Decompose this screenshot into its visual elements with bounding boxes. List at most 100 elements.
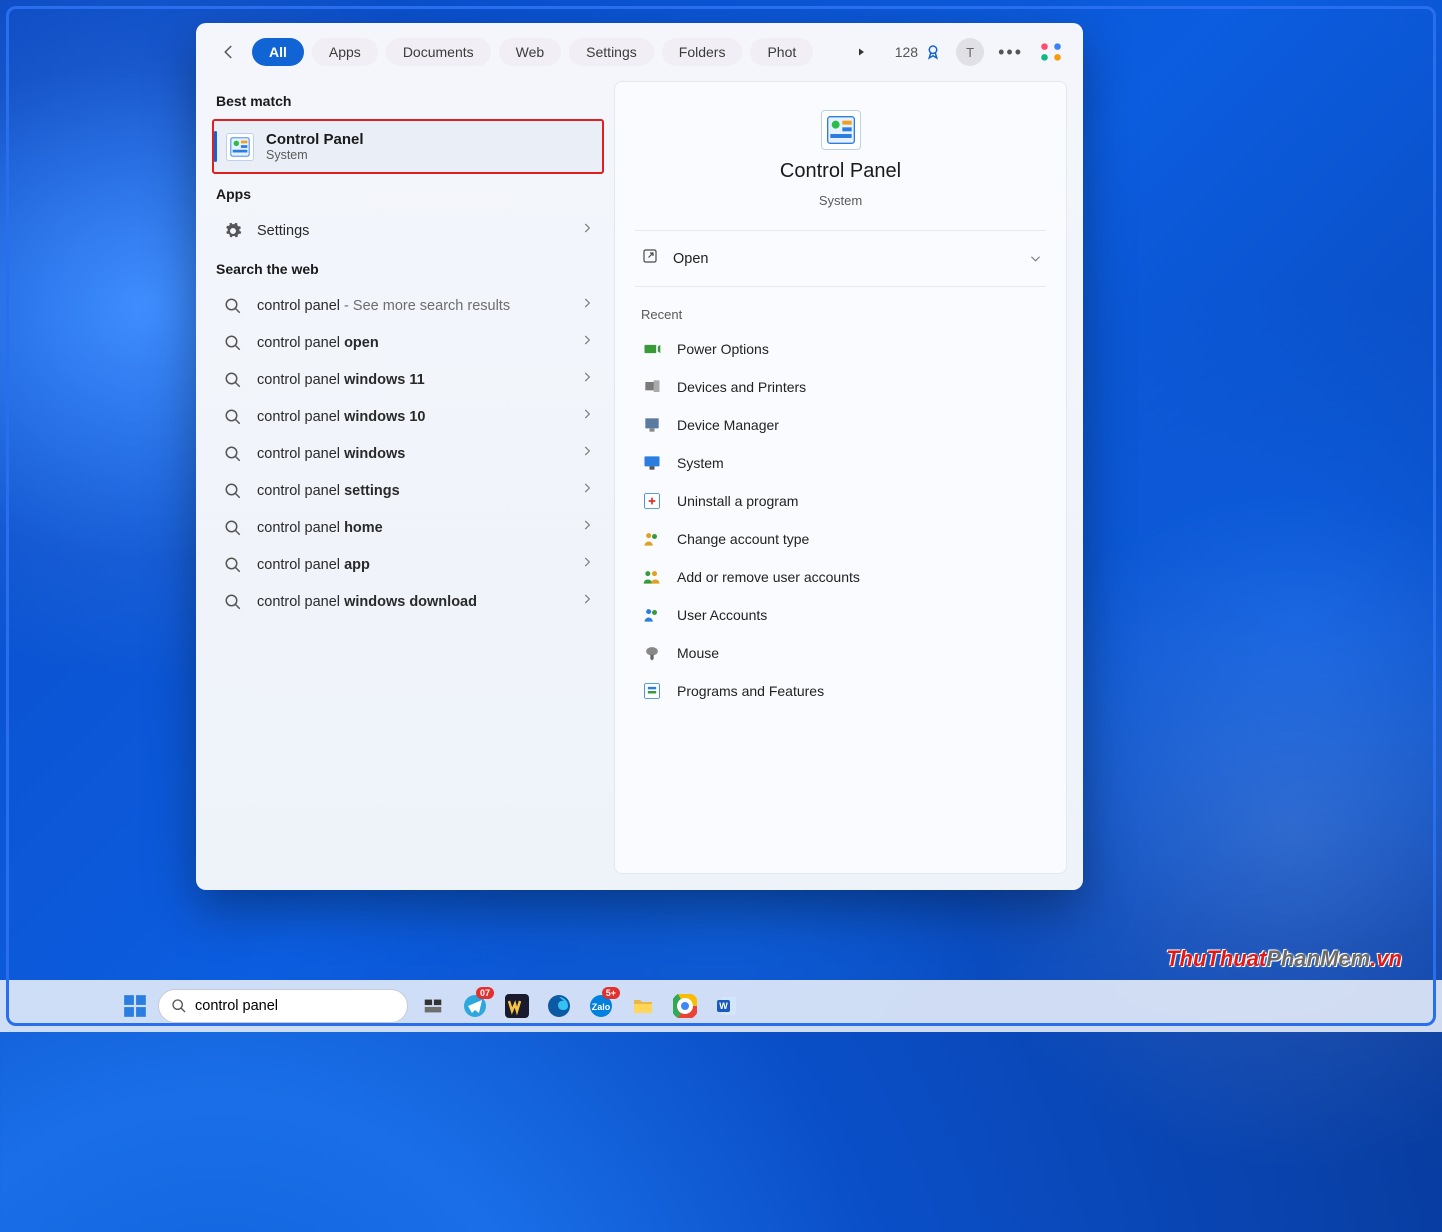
taskbar-search[interactable] bbox=[158, 989, 408, 1023]
web-result-text: control panel windows 11 bbox=[257, 372, 567, 388]
taskbar-search-input[interactable] bbox=[195, 998, 395, 1014]
search-icon bbox=[222, 408, 244, 426]
search-icon bbox=[222, 519, 244, 537]
taskview-icon bbox=[422, 995, 444, 1017]
recent-item-icon bbox=[641, 642, 663, 664]
taskbar-w-app[interactable] bbox=[500, 989, 534, 1023]
recent-item-icon bbox=[641, 604, 663, 626]
filter-scroll-right[interactable] bbox=[849, 46, 873, 58]
open-action[interactable]: Open bbox=[635, 231, 1046, 287]
section-search-web: Search the web bbox=[212, 249, 604, 287]
user-avatar[interactable]: T bbox=[956, 38, 984, 66]
open-label: Open bbox=[673, 251, 708, 267]
recent-item-icon bbox=[641, 528, 663, 550]
triangle-right-icon bbox=[855, 46, 867, 58]
web-result[interactable]: control panel app bbox=[212, 546, 604, 583]
telegram-badge: 07 bbox=[476, 987, 494, 999]
web-result[interactable]: control panel windows 10 bbox=[212, 398, 604, 435]
web-result-text: control panel windows download bbox=[257, 594, 567, 610]
start-button[interactable] bbox=[120, 991, 150, 1021]
web-result-text: control panel app bbox=[257, 557, 567, 573]
chevron-right-icon bbox=[580, 481, 594, 500]
recent-item-label: User Accounts bbox=[677, 607, 767, 623]
more-options[interactable]: ••• bbox=[998, 42, 1023, 63]
search-icon bbox=[222, 482, 244, 500]
search-icon bbox=[222, 445, 244, 463]
chevron-right-icon bbox=[580, 370, 594, 389]
app-settings-label: Settings bbox=[257, 223, 567, 239]
points-value: 128 bbox=[895, 44, 918, 60]
web-result[interactable]: control panel settings bbox=[212, 472, 604, 509]
web-result[interactable]: control panel windows bbox=[212, 435, 604, 472]
taskbar-taskview[interactable] bbox=[416, 989, 450, 1023]
recent-item-label: Change account type bbox=[677, 531, 809, 547]
recent-item-icon bbox=[641, 376, 663, 398]
detail-title: Control Panel bbox=[780, 160, 901, 183]
recent-label: Recent bbox=[635, 287, 1046, 330]
filter-folders[interactable]: Folders bbox=[662, 38, 743, 66]
svg-text:Zalo: Zalo bbox=[592, 1002, 611, 1012]
recent-item[interactable]: Programs and Features bbox=[635, 672, 1046, 710]
web-result[interactable]: control panel home bbox=[212, 509, 604, 546]
taskbar-explorer[interactable] bbox=[626, 989, 660, 1023]
zalo-badge: 5+ bbox=[602, 987, 620, 999]
results-list: Best match Control Panel System Apps Set… bbox=[212, 81, 604, 874]
web-result[interactable]: control panel windows 11 bbox=[212, 361, 604, 398]
recent-item[interactable]: Device Manager bbox=[635, 406, 1046, 444]
filter-web[interactable]: Web bbox=[499, 38, 562, 66]
taskbar-edge[interactable] bbox=[542, 989, 576, 1023]
web-result[interactable]: control panel windows download bbox=[212, 583, 604, 620]
section-best-match: Best match bbox=[212, 81, 604, 119]
search-icon bbox=[222, 593, 244, 611]
recent-item[interactable]: Add or remove user accounts bbox=[635, 558, 1046, 596]
detail-pane: Control Panel System Open Recent Power O… bbox=[614, 81, 1067, 874]
copilot-button[interactable] bbox=[1037, 38, 1065, 66]
back-button[interactable] bbox=[214, 37, 244, 67]
best-match-subtitle: System bbox=[266, 148, 364, 162]
recent-item[interactable]: Mouse bbox=[635, 634, 1046, 672]
recent-item[interactable]: Uninstall a program bbox=[635, 482, 1046, 520]
best-match-result[interactable]: Control Panel System bbox=[212, 119, 604, 174]
recent-item-label: Add or remove user accounts bbox=[677, 569, 860, 585]
recent-item[interactable]: System bbox=[635, 444, 1046, 482]
chevron-right-icon bbox=[580, 555, 594, 574]
web-result-text: control panel - See more search results bbox=[257, 298, 567, 314]
watermark: ThuThuatPhanMem.vn bbox=[1166, 946, 1402, 972]
folder-icon bbox=[631, 994, 655, 1018]
best-match-title: Control Panel bbox=[266, 131, 364, 148]
detail-subtitle: System bbox=[819, 193, 862, 208]
detail-control-panel-icon bbox=[821, 110, 861, 150]
search-icon bbox=[222, 371, 244, 389]
chevron-right-icon bbox=[580, 221, 594, 240]
svg-text:W: W bbox=[719, 1001, 728, 1011]
recent-item-label: Power Options bbox=[677, 341, 769, 357]
chrome-icon bbox=[673, 994, 697, 1018]
recent-item-label: Uninstall a program bbox=[677, 493, 798, 509]
filter-all[interactable]: All bbox=[252, 38, 304, 66]
web-result[interactable]: control panel - See more search results bbox=[212, 287, 604, 324]
taskbar-telegram[interactable]: 07 bbox=[458, 989, 492, 1023]
search-icon bbox=[222, 334, 244, 352]
search-icon bbox=[171, 998, 187, 1014]
taskbar-chrome[interactable] bbox=[668, 989, 702, 1023]
recent-item-label: Device Manager bbox=[677, 417, 779, 433]
rewards-points[interactable]: 128 bbox=[895, 43, 942, 61]
recent-item[interactable]: Power Options bbox=[635, 330, 1046, 368]
filter-photos[interactable]: Phot bbox=[750, 38, 813, 66]
arrow-left-icon bbox=[220, 43, 238, 61]
taskbar-word[interactable]: W bbox=[710, 989, 744, 1023]
web-result-text: control panel windows 10 bbox=[257, 409, 567, 425]
filter-documents[interactable]: Documents bbox=[386, 38, 491, 66]
web-result-text: control panel open bbox=[257, 335, 567, 351]
taskbar-zalo[interactable]: Zalo 5+ bbox=[584, 989, 618, 1023]
recent-item[interactable]: Change account type bbox=[635, 520, 1046, 558]
filter-settings[interactable]: Settings bbox=[569, 38, 654, 66]
filter-apps[interactable]: Apps bbox=[312, 38, 378, 66]
recent-item[interactable]: User Accounts bbox=[635, 596, 1046, 634]
recent-item-icon bbox=[641, 452, 663, 474]
web-result[interactable]: control panel open bbox=[212, 324, 604, 361]
chevron-down-icon[interactable] bbox=[1024, 252, 1043, 266]
web-result-text: control panel windows bbox=[257, 446, 567, 462]
apps-result-settings[interactable]: Settings bbox=[212, 212, 604, 249]
recent-item[interactable]: Devices and Printers bbox=[635, 368, 1046, 406]
